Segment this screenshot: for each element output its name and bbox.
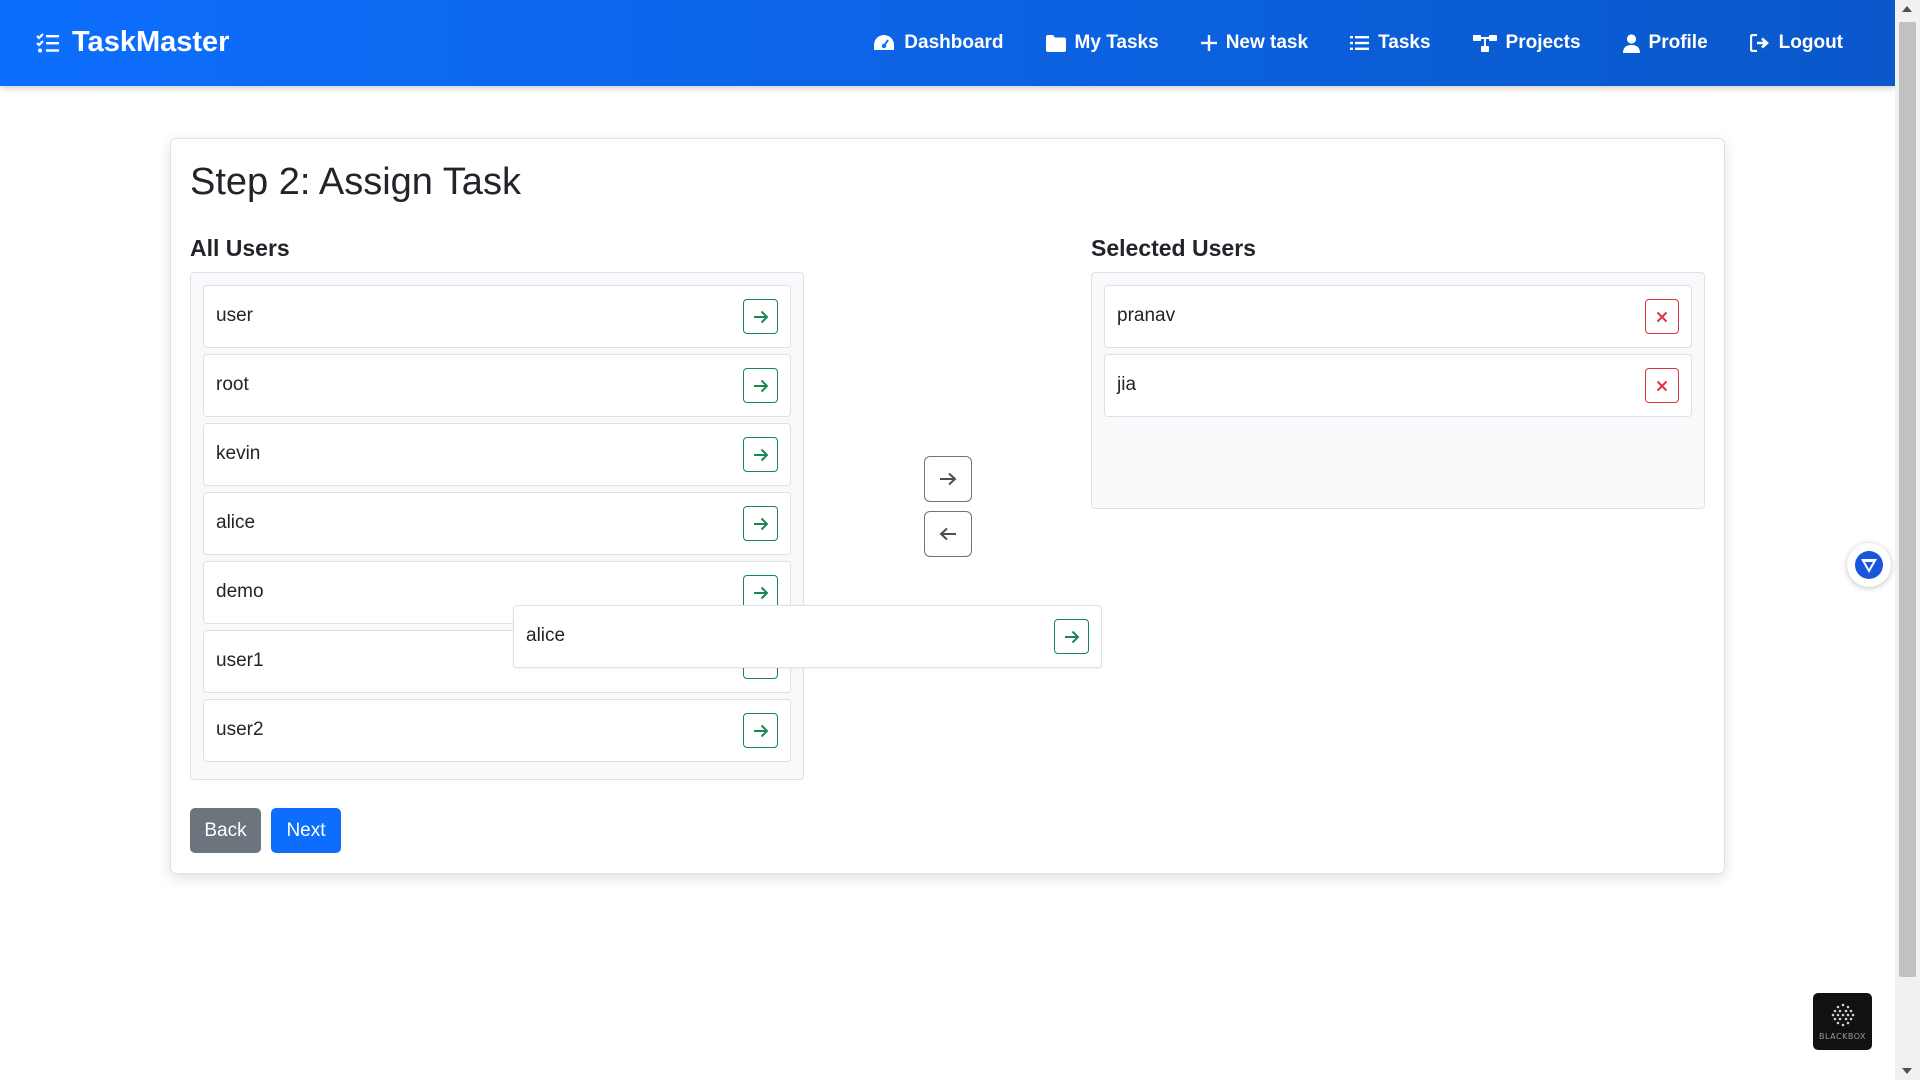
list-item[interactable]: user2 (203, 699, 791, 762)
nav-logout[interactable]: Logout (1749, 32, 1843, 54)
user-icon (1622, 33, 1640, 53)
all-users-title: All Users (190, 235, 290, 261)
logout-icon (1749, 34, 1769, 52)
selected-users-title: Selected Users (1091, 235, 1256, 261)
page-scrollbar[interactable] (1895, 0, 1920, 1080)
brand[interactable]: TaskMaster (36, 26, 229, 59)
arrow-right-icon (753, 310, 768, 323)
move-right-button[interactable] (924, 456, 972, 502)
arrow-right-icon (753, 379, 768, 392)
arrow-right-icon (753, 448, 768, 461)
nav-tasks[interactable]: Tasks (1350, 32, 1431, 54)
nav-dashboard[interactable]: Dashboard (873, 32, 1004, 54)
brand-name: TaskMaster (72, 26, 230, 58)
user-name: demo (216, 581, 264, 602)
next-button[interactable]: Next (271, 808, 341, 853)
user-name: kevin (216, 443, 261, 464)
nav-my-tasks[interactable]: My Tasks (1045, 32, 1159, 54)
add-user-button[interactable] (743, 437, 778, 472)
arrow-right-icon (940, 472, 957, 486)
arrow-left-icon (939, 527, 956, 541)
user-name: pranav (1117, 305, 1176, 326)
nav-profile[interactable]: Profile (1622, 32, 1708, 54)
user-name: alice (526, 625, 566, 646)
extension-logo-icon (1855, 551, 1883, 579)
list-item[interactable]: alice (203, 492, 791, 555)
arrow-right-icon (753, 517, 768, 530)
arrow-right-icon (1064, 630, 1079, 643)
list-icon (1350, 36, 1370, 50)
add-user-button[interactable] (743, 368, 778, 403)
extension-button[interactable] (1847, 543, 1891, 587)
assign-task-card: Step 2: Assign Task All Users Selected U… (170, 138, 1725, 874)
user-name: jia (1117, 374, 1137, 395)
remove-user-button[interactable] (1645, 368, 1679, 403)
blackbox-label: BLACKBOX (1819, 1032, 1866, 1041)
nav-dashboard-label: Dashboard (904, 32, 1004, 53)
user-name: root (216, 374, 249, 395)
scroll-thumb[interactable] (1899, 22, 1916, 977)
plus-icon (1200, 35, 1217, 51)
scroll-up-arrow[interactable] (1902, 6, 1912, 12)
nav-my-tasks-label: My Tasks (1074, 32, 1159, 53)
user-name: user2 (216, 719, 264, 740)
scroll-down-arrow[interactable] (1902, 1068, 1912, 1074)
list-item[interactable]: jia (1104, 354, 1692, 417)
list-item[interactable]: kevin (203, 423, 791, 486)
sitemap-icon (1472, 34, 1497, 52)
page-title: Step 2: Assign Task (190, 161, 521, 203)
nav-logout-label: Logout (1778, 32, 1843, 53)
task-list-icon (36, 32, 59, 52)
list-item[interactable]: pranav (1104, 285, 1692, 348)
top-navbar: TaskMaster Dashboard My Tasks New task T… (0, 0, 1895, 86)
blackbox-widget[interactable]: BLACKBOX (1813, 993, 1872, 1050)
add-user-button[interactable] (743, 713, 778, 748)
add-user-button[interactable] (1054, 619, 1089, 654)
gauge-icon (874, 35, 895, 50)
selected-users-list: pranav jia (1091, 272, 1705, 509)
user-name: user1 (216, 650, 264, 671)
remove-user-button[interactable] (1645, 299, 1679, 334)
back-button[interactable]: Back (190, 808, 261, 853)
arrow-right-icon (753, 724, 768, 737)
close-icon (1656, 380, 1668, 391)
folder-icon (1045, 34, 1066, 52)
user-name: user (216, 305, 253, 326)
nav-projects-label: Projects (1505, 32, 1581, 53)
all-users-list: user root kevin alice demo user1 user2 (190, 272, 804, 780)
nav-new-task-label: New task (1225, 32, 1309, 53)
list-item[interactable]: root (203, 354, 791, 417)
nav-profile-label: Profile (1648, 32, 1708, 53)
close-icon (1656, 311, 1668, 322)
blackbox-logo-icon (1831, 1003, 1854, 1027)
user-name: alice (216, 512, 256, 533)
nav-projects[interactable]: Projects (1472, 32, 1581, 54)
arrow-right-icon (753, 586, 768, 599)
add-user-button[interactable] (743, 506, 778, 541)
nav-tasks-label: Tasks (1378, 32, 1431, 53)
nav-new-task[interactable]: New task (1200, 32, 1309, 54)
dragged-list-item[interactable]: alice (513, 605, 1102, 668)
add-user-button[interactable] (743, 299, 778, 334)
move-left-button[interactable] (924, 511, 972, 557)
list-item[interactable]: user (203, 285, 791, 348)
